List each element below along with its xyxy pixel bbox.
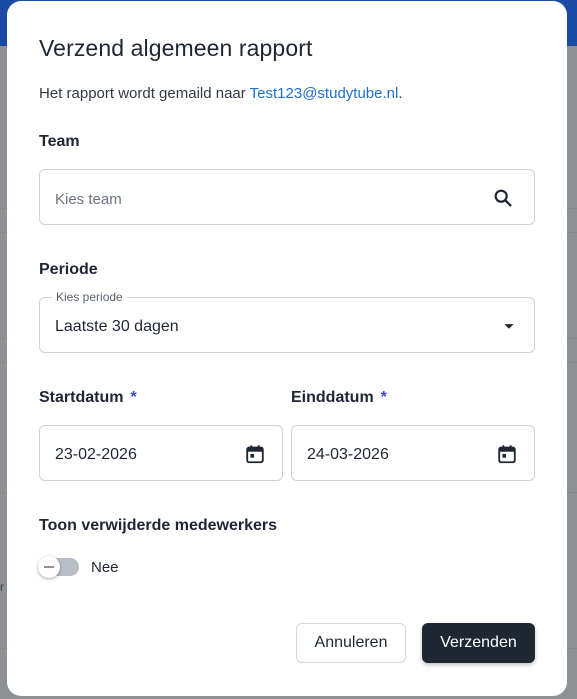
send-button[interactable]: Verzenden	[422, 623, 535, 663]
calendar-icon[interactable]	[244, 443, 266, 465]
caret-down-icon[interactable]	[498, 315, 520, 337]
toggle-state-label: Nee	[91, 559, 119, 576]
calendar-icon[interactable]	[496, 443, 518, 465]
cancel-button[interactable]: Annuleren	[296, 623, 406, 663]
period-select[interactable]: Kies periode Laatste 30 dagen	[39, 291, 535, 353]
subtitle-period: .	[398, 85, 403, 102]
end-date-value: 24-03-2026	[307, 446, 389, 463]
show-deleted-employees-label: Toon verwijderde medewerkers	[39, 517, 278, 534]
dialog-subtitle: Het rapport wordt gemaild naar Test123@s…	[39, 85, 403, 102]
recipient-email: Test123@studytube.nl	[249, 85, 399, 102]
start-date-input[interactable]: 23-02-2026	[39, 425, 283, 481]
period-label: Periode	[39, 261, 98, 278]
send-report-dialog: Verzend algemeen rapport Het rapport wor…	[7, 1, 567, 696]
show-deleted-employees-toggle[interactable]	[38, 556, 79, 578]
start-date-value: 23-02-2026	[55, 446, 137, 463]
required-marker: *	[380, 389, 387, 406]
dialog-title: Verzend algemeen rapport	[39, 35, 313, 61]
period-selected-value: Laatste 30 dagen	[55, 318, 179, 335]
period-field-label: Kies periode	[52, 291, 127, 304]
team-label: Team	[39, 133, 80, 150]
team-search-input[interactable]: Kies team	[39, 169, 535, 225]
required-marker: *	[130, 389, 137, 406]
search-icon[interactable]	[492, 187, 514, 209]
start-date-label: Startdatum *	[39, 389, 137, 407]
end-date-input[interactable]: 24-03-2026	[291, 425, 535, 481]
toggle-knob	[38, 556, 60, 578]
start-date-label-text: Startdatum	[39, 389, 124, 406]
background-text-fragment: r	[0, 580, 4, 594]
team-placeholder: Kies team	[55, 191, 122, 208]
end-date-label-text: Einddatum	[291, 389, 374, 406]
end-date-label: Einddatum *	[291, 389, 387, 407]
subtitle-text: Het rapport wordt gemaild naar	[39, 85, 250, 102]
